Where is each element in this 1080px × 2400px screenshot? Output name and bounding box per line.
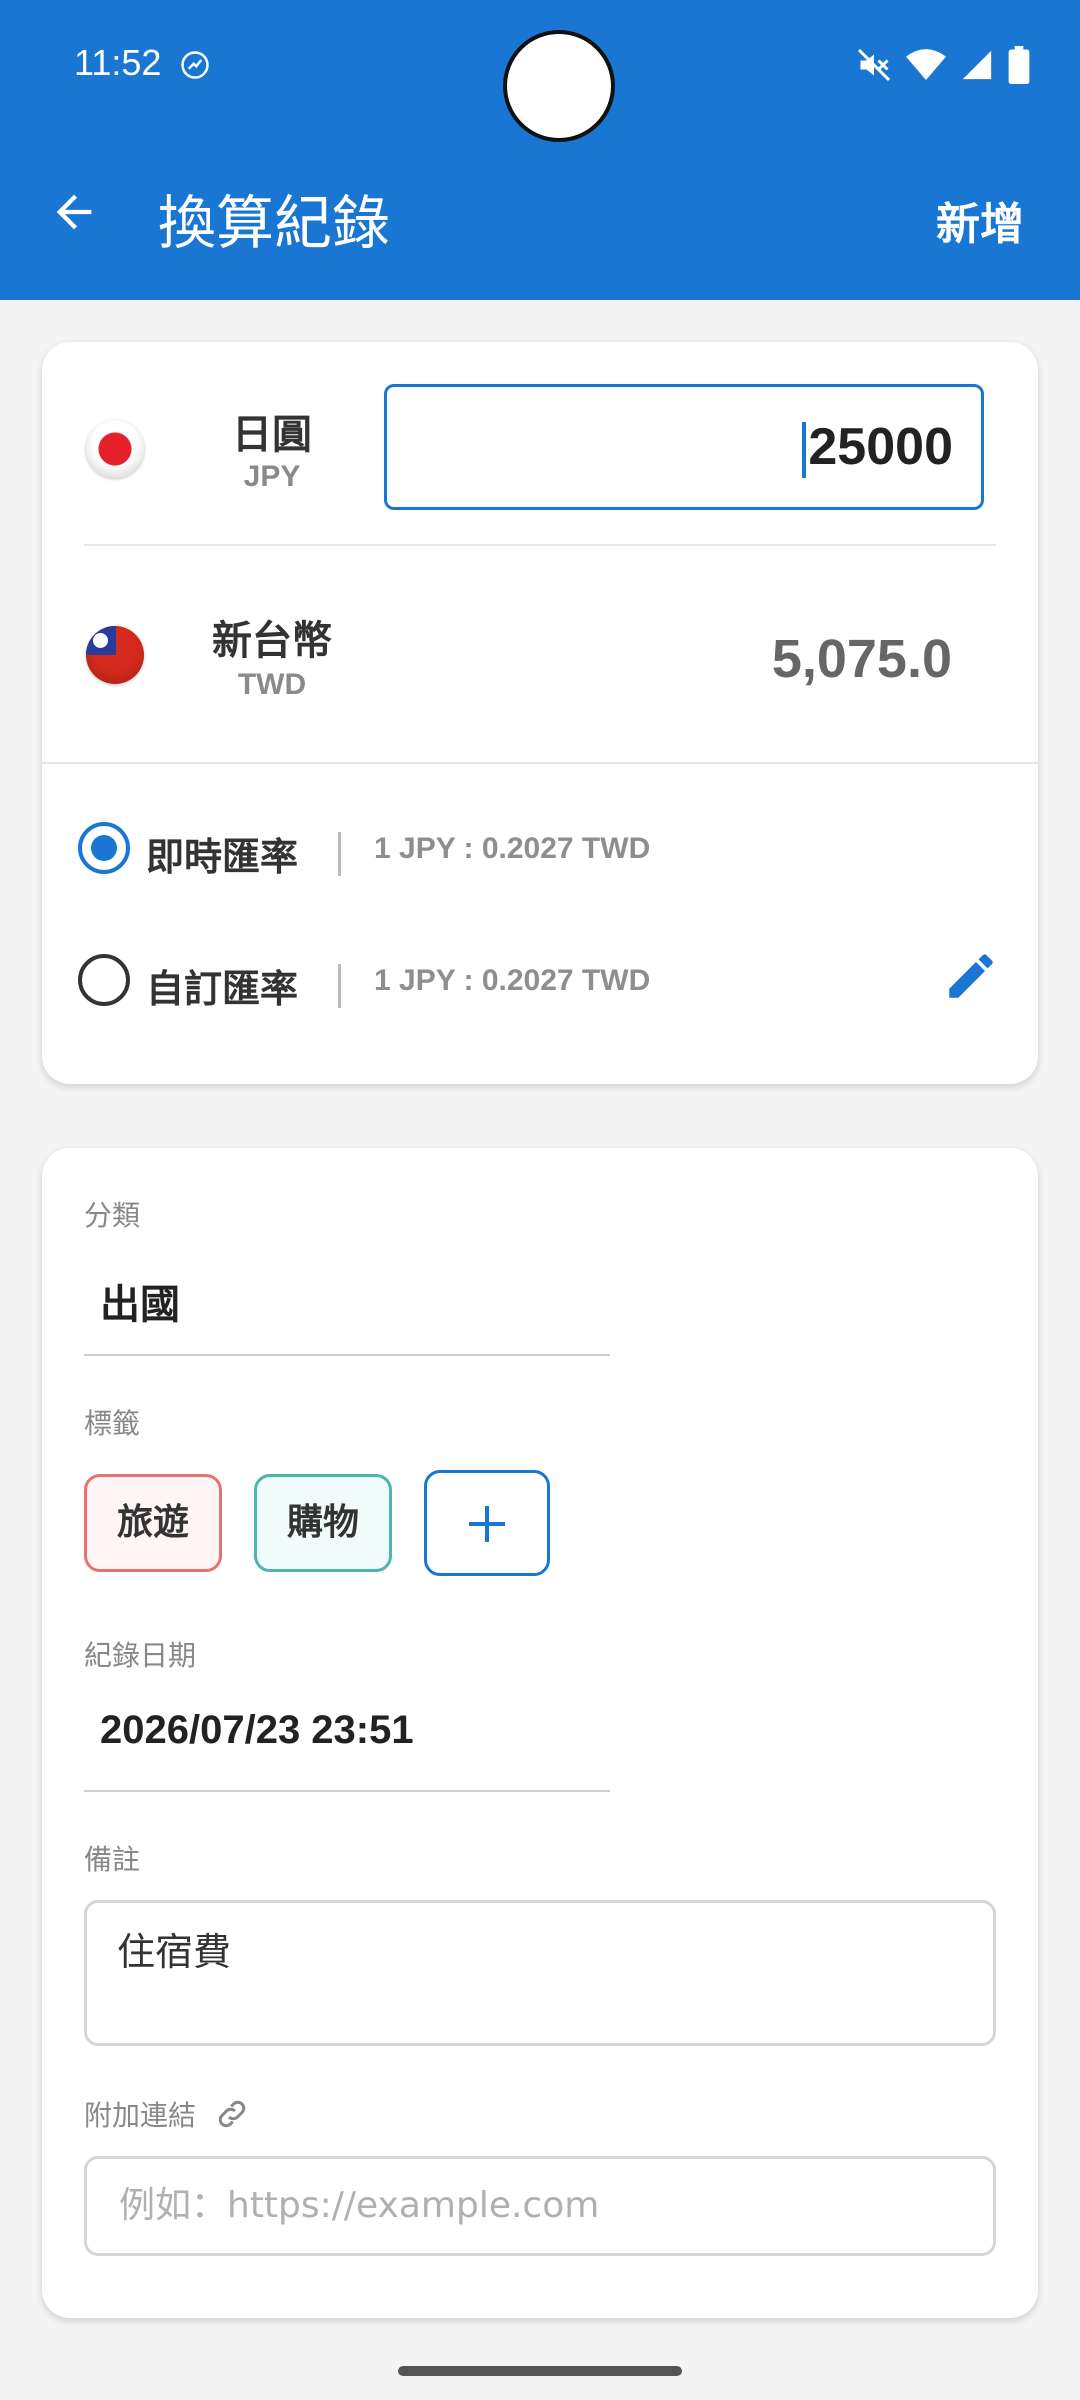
battery-icon	[1008, 46, 1030, 84]
add-tag-button[interactable]	[424, 1470, 550, 1576]
japan-flag-icon	[86, 420, 144, 478]
signal-icon	[962, 50, 992, 80]
realtime-rate-value: 1 JPY : 0.2027 TWD	[374, 832, 651, 865]
custom-rate-label[interactable]: 自訂匯率	[146, 958, 298, 1013]
status-icons	[856, 46, 1030, 84]
category-underline	[84, 1354, 610, 1356]
date-underline	[84, 1790, 610, 1792]
home-indicator[interactable]	[398, 2366, 682, 2376]
plus-icon	[469, 1506, 505, 1542]
camera-cutout	[503, 30, 615, 142]
from-currency-name: 日圓	[232, 412, 312, 458]
tags-label: 標籤	[84, 1407, 141, 1440]
app-bar: 11:52 換算紀錄 新增	[0, 0, 1080, 300]
edit-pencil-icon[interactable]	[942, 947, 1000, 1005]
link-label: 附加連結	[84, 2099, 197, 2132]
category-value[interactable]: 出國	[100, 1272, 180, 1330]
custom-rate-radio[interactable]	[78, 954, 130, 1006]
from-amount-input[interactable]: 25000	[384, 384, 984, 510]
section-divider	[42, 762, 1038, 764]
date-value[interactable]: 2026/07/23 23:51	[100, 1708, 414, 1753]
link-input[interactable]	[117, 2184, 981, 2227]
status-time: 11:52	[74, 42, 162, 83]
realtime-rate-label[interactable]: 即時匯率	[146, 826, 298, 881]
note-label: 備註	[84, 1843, 141, 1876]
link-input-box[interactable]	[84, 2156, 996, 2256]
link-icon	[218, 2100, 246, 2128]
details-card: 分類 出國 標籤 旅遊 購物 紀錄日期 2026/07/23 23:51 備註 …	[42, 1148, 1038, 2318]
converted-amount: 5,075.0	[771, 629, 952, 689]
to-currency-name: 新台幣	[212, 618, 332, 664]
page-title: 換算紀錄	[158, 189, 391, 257]
from-amount-value: 25000	[808, 418, 953, 476]
taiwan-flag-icon	[86, 626, 144, 684]
text-caret	[802, 422, 807, 479]
app-notification-icon	[181, 51, 209, 79]
note-value: 住宿費	[117, 1930, 232, 1974]
tag-chip-travel[interactable]: 旅遊	[84, 1474, 222, 1572]
add-button[interactable]: 新增	[936, 188, 1024, 252]
tag-chip-shopping[interactable]: 購物	[254, 1474, 392, 1572]
row-divider	[84, 544, 996, 546]
to-currency-code: TWD	[237, 668, 307, 701]
custom-rate-value: 1 JPY : 0.2027 TWD	[374, 964, 651, 997]
wifi-icon	[906, 49, 946, 80]
category-label: 分類	[84, 1199, 141, 1232]
realtime-rate-radio[interactable]	[78, 822, 130, 874]
rate-separator	[338, 964, 341, 1008]
rate-separator	[338, 832, 341, 876]
mute-icon	[857, 48, 891, 82]
date-label: 紀錄日期	[84, 1639, 197, 1672]
from-currency-code: JPY	[243, 460, 301, 493]
converter-card: 日圓 JPY 25000 新台幣 TWD 5,075.0 即時匯率 1 JPY …	[42, 342, 1038, 1084]
note-input[interactable]: 住宿費	[84, 1900, 996, 2046]
back-arrow-icon[interactable]	[48, 186, 100, 238]
